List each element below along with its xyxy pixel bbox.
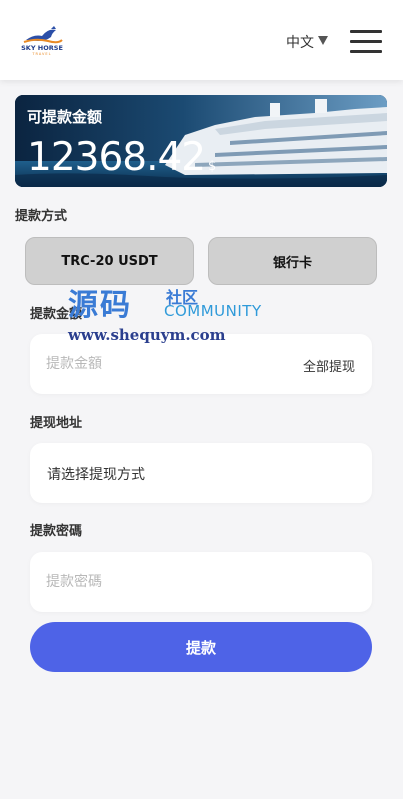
watermark-side-en: COMMUNITY	[164, 302, 262, 320]
address-field[interactable]: 请选择提现方式	[30, 443, 372, 503]
balance-label: 可提款金额	[27, 108, 103, 126]
sky-horse-logo[interactable]: SKY HORSE TRAVEL	[18, 24, 66, 58]
currency-symbol: $	[208, 159, 217, 174]
menu-line	[350, 30, 382, 33]
amount-field: 全部提现	[30, 334, 372, 394]
menu-line	[350, 50, 382, 53]
address-field-label: 提现地址	[30, 416, 83, 431]
amount-field-label: 提款金額	[30, 307, 83, 322]
logo-subtext: TRAVEL	[32, 52, 52, 56]
address-value: 请选择提现方式	[47, 467, 145, 483]
logo-text: SKY HORSE	[21, 44, 63, 52]
balance-amount: 12368.42	[27, 135, 206, 180]
menu-line	[350, 40, 382, 43]
password-field	[30, 552, 372, 612]
hamburger-menu-icon[interactable]	[350, 29, 382, 53]
method-section-label: 提款方式	[15, 209, 68, 224]
password-input[interactable]	[46, 552, 286, 612]
method-option-bank-card[interactable]: 银行卡	[208, 237, 377, 285]
watermark-side: 社区	[166, 288, 199, 307]
password-field-label: 提款密碼	[30, 524, 83, 539]
language-selector[interactable]: 中文	[286, 32, 314, 52]
balance-card: 可提款金额 12368.42 $	[15, 95, 387, 187]
top-header: SKY HORSE TRAVEL 中文	[0, 0, 403, 80]
caret-down-icon[interactable]	[318, 36, 328, 45]
withdraw-submit-button[interactable]: 提款	[30, 622, 372, 672]
withdraw-all-link[interactable]: 全部提现	[303, 356, 355, 375]
amount-input[interactable]	[46, 334, 286, 394]
method-option-trc20[interactable]: TRC-20 USDT	[25, 237, 194, 285]
